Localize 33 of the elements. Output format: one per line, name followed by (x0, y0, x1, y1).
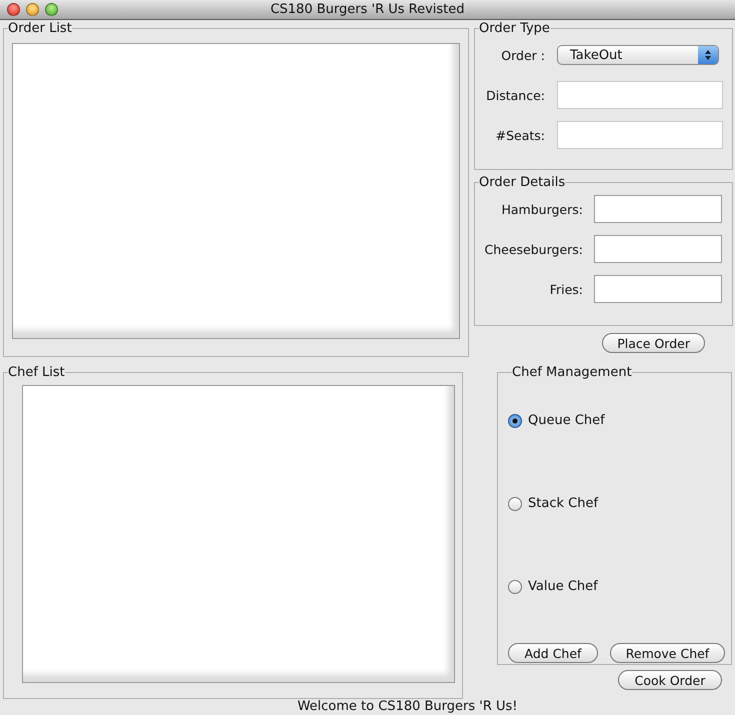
status-message: Welcome to CS180 Burgers 'R Us! (296, 699, 519, 715)
place-order-button[interactable]: Place Order (602, 333, 705, 353)
field-label: Fries: (548, 282, 583, 296)
input-field[interactable] (557, 121, 723, 149)
field-label: #Seats: (494, 128, 545, 142)
panel-title: Order Type (479, 22, 550, 35)
field-label: Hamburgers: (500, 202, 583, 216)
window-title: CS180 Burgers 'R Us Revisted (270, 2, 465, 17)
chef-button[interactable]: Remove Chef (610, 643, 725, 663)
radio-option[interactable]: Value Chef (508, 579, 731, 594)
panel-title: Chef Management (512, 366, 632, 379)
close-icon[interactable] (7, 3, 20, 16)
minimize-icon[interactable] (26, 3, 39, 16)
zoom-icon[interactable] (45, 3, 58, 16)
up-down-arrows-icon (704, 49, 712, 61)
input-field[interactable] (594, 235, 722, 263)
order-type-dropdown[interactable]: TakeOut (557, 45, 719, 65)
field-label: Distance: (485, 88, 545, 102)
panel-title: Chef List (8, 366, 65, 379)
field-label: Order : (500, 48, 545, 62)
radio-button[interactable] (508, 496, 522, 510)
radio-button[interactable] (508, 580, 522, 594)
radio-option[interactable]: Queue Chef (508, 413, 731, 428)
panel-title: Order Details (479, 176, 566, 189)
input-field[interactable] (594, 275, 722, 303)
panel-title: Order List (8, 22, 72, 35)
field-label: Cheeseburgers: (484, 242, 583, 256)
chef-button[interactable]: Add Chef (508, 643, 598, 663)
radio-option[interactable]: Stack Chef (508, 496, 731, 511)
radio-button[interactable] (508, 414, 522, 428)
input-field[interactable] (557, 81, 723, 109)
input-field[interactable] (594, 195, 722, 223)
cook-order-button[interactable]: Cook Order (618, 670, 722, 690)
